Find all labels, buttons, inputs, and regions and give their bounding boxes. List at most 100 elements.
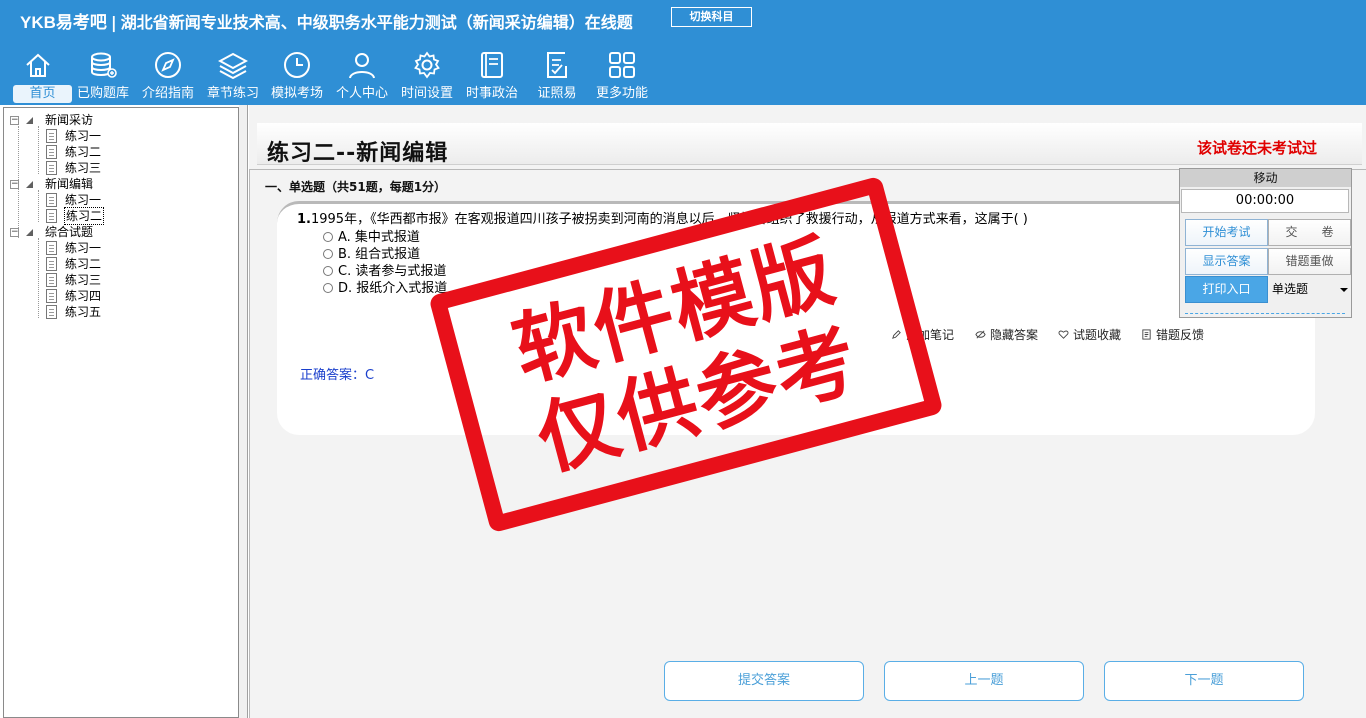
chevron-down-icon bbox=[1340, 288, 1348, 292]
question-text: 1.1995年，《华西都市报》在客观报道四川孩子被拐卖到河南的消息以后，紧接着组… bbox=[297, 208, 1028, 227]
nav-home[interactable]: 首页 bbox=[5, 48, 72, 104]
user-icon bbox=[349, 53, 375, 79]
collapse-icon[interactable]: − bbox=[10, 116, 19, 125]
document-icon bbox=[46, 241, 57, 255]
app-logo: YKB易考吧 bbox=[20, 13, 107, 32]
folder-triangle-icon bbox=[26, 229, 33, 236]
tree-guide-line bbox=[38, 190, 39, 222]
feedback-label: 错题反馈 bbox=[1156, 328, 1205, 342]
nav-profile[interactable]: 个人中心 bbox=[329, 48, 395, 104]
nav-mock-exam[interactable]: 模拟考场 bbox=[264, 48, 330, 104]
submit-paper-button[interactable]: 交 卷 bbox=[1268, 219, 1351, 246]
nav-label: 介绍指南 bbox=[141, 86, 194, 101]
collapse-icon[interactable]: − bbox=[10, 180, 19, 189]
tree-item-label: 练习一 bbox=[65, 241, 102, 255]
add-note-label: 添加笔记 bbox=[906, 328, 955, 342]
document-icon bbox=[46, 273, 57, 287]
layers-icon bbox=[218, 52, 248, 80]
tree-item-label: 练习四 bbox=[65, 289, 102, 303]
folder-triangle-icon bbox=[26, 117, 33, 124]
favorite-button[interactable]: 试题收藏 bbox=[1058, 326, 1121, 343]
folder-triangle-icon bbox=[26, 181, 33, 188]
correct-answer: 正确答案：C bbox=[300, 368, 375, 383]
document-icon bbox=[46, 257, 57, 271]
exam-control-panel: 移动 00:00:00 开始考试 交 卷 显示答案 错题重做 打印入口 单选题 bbox=[1179, 168, 1352, 318]
submit-answer-button[interactable]: 提交答案 bbox=[664, 661, 864, 701]
hide-answer-label: 隐藏答案 bbox=[990, 328, 1039, 342]
start-exam-button[interactable]: 开始考试 bbox=[1185, 219, 1268, 246]
collapse-icon[interactable]: − bbox=[10, 228, 19, 237]
panel-divider bbox=[1185, 313, 1345, 314]
tree-guide-line bbox=[38, 126, 39, 174]
heart-icon bbox=[1058, 330, 1069, 339]
favorite-label: 试题收藏 bbox=[1073, 328, 1122, 342]
grid-icon bbox=[609, 52, 635, 78]
app-title: YKB易考吧 | 湖北省新闻专业技术高、中级职务水平能力测试（新闻采访编辑）在线题 bbox=[20, 8, 633, 33]
redo-wrong-button[interactable]: 错题重做 bbox=[1268, 248, 1351, 275]
chapter-tree-panel: − 新闻采访 练习一 练习二 练习三 − 新闻编辑 练习一 练习二 − 综合试题… bbox=[3, 107, 239, 718]
exam-timer: 00:00:00 bbox=[1181, 189, 1349, 213]
nav-label: 已购题库 bbox=[76, 86, 129, 101]
document-icon bbox=[46, 209, 57, 223]
question-type-select[interactable]: 单选题 bbox=[1269, 276, 1351, 303]
nav-chapter[interactable]: 章节练习 bbox=[200, 48, 266, 104]
book-icon bbox=[481, 52, 503, 78]
add-note-button[interactable]: 添加笔记 bbox=[891, 326, 954, 343]
nav-label: 首页 bbox=[13, 85, 72, 103]
nav-more[interactable]: 更多功能 bbox=[589, 48, 655, 104]
nav-label: 更多功能 bbox=[595, 86, 648, 101]
exam-status: 该试卷还未考试过 bbox=[1197, 139, 1318, 157]
nav-label: 时事政治 bbox=[465, 86, 518, 101]
nav-license[interactable]: 证照易 bbox=[524, 48, 590, 104]
panel-splitter[interactable] bbox=[239, 105, 248, 718]
print-button[interactable]: 打印入口 bbox=[1185, 276, 1268, 303]
nav-label: 章节练习 bbox=[206, 86, 259, 101]
tree-item-label: 练习二 bbox=[65, 145, 102, 159]
radio-button[interactable] bbox=[323, 266, 333, 276]
tree-item-label: 练习二 bbox=[64, 207, 105, 225]
document-icon bbox=[46, 129, 57, 143]
pencil-icon bbox=[892, 330, 901, 339]
hide-answer-button[interactable]: 隐藏答案 bbox=[975, 326, 1038, 343]
eye-hidden-icon bbox=[975, 330, 986, 339]
exam-button-group: 开始考试 交 卷 显示答案 错题重做 打印入口 单选题 bbox=[1185, 219, 1351, 311]
radio-button[interactable] bbox=[323, 232, 333, 242]
question-stem: 1995年，《华西都市报》在客观报道四川孩子被拐卖到河南的消息以后，紧接着组织了… bbox=[310, 212, 1028, 227]
next-question-button[interactable]: 下一题 bbox=[1104, 661, 1304, 701]
tree-item-label: 练习三 bbox=[65, 161, 102, 175]
section-title: 一、单选题（共51题，每题1分） bbox=[265, 180, 447, 194]
option-d[interactable]: D. 报纸介入式报道 bbox=[323, 277, 447, 296]
document-icon bbox=[46, 161, 57, 175]
show-answer-button[interactable]: 显示答案 bbox=[1185, 248, 1268, 275]
tree-group-label: 新闻编辑 bbox=[45, 177, 94, 191]
tree-item-label: 练习五 bbox=[65, 305, 102, 319]
compass-icon bbox=[155, 52, 181, 78]
document-icon bbox=[46, 145, 57, 159]
feedback-button[interactable]: 错题反馈 bbox=[1141, 326, 1204, 343]
nav-time-settings[interactable]: 时间设置 bbox=[394, 48, 460, 104]
question-type-value: 单选题 bbox=[1272, 282, 1309, 296]
nav-guide[interactable]: 介绍指南 bbox=[135, 48, 201, 104]
question-number: 1. bbox=[297, 212, 311, 227]
nav-label: 模拟考场 bbox=[270, 86, 323, 101]
tree-group-label: 新闻采访 bbox=[45, 113, 94, 127]
move-handle[interactable]: 移动 bbox=[1180, 169, 1351, 187]
tree-item-label: 练习三 bbox=[65, 273, 102, 287]
exam-title: 湖北省新闻专业技术高、中级职务水平能力测试（新闻采访编辑）在线题 bbox=[120, 13, 633, 32]
document-icon bbox=[46, 289, 57, 303]
tree-guide-line bbox=[38, 238, 39, 318]
nav-label: 时间设置 bbox=[400, 86, 453, 101]
radio-button[interactable] bbox=[323, 283, 333, 293]
clock-icon bbox=[284, 52, 310, 78]
question-card: 1.1995年，《华西都市报》在客观报道四川孩子被拐卖到河南的消息以后，紧接着组… bbox=[277, 201, 1315, 435]
radio-button[interactable] bbox=[323, 249, 333, 259]
nav-purchased[interactable]: 已购题库 bbox=[70, 48, 136, 104]
home-icon bbox=[26, 53, 50, 77]
nav-label: 证照易 bbox=[537, 86, 577, 101]
switch-subject-button[interactable]: 切换科目 bbox=[671, 7, 752, 27]
nav-politics[interactable]: 时事政治 bbox=[459, 48, 525, 104]
prev-question-button[interactable]: 上一题 bbox=[884, 661, 1084, 701]
gear-icon bbox=[414, 51, 440, 79]
report-icon bbox=[1142, 329, 1151, 340]
title-separator: | bbox=[110, 13, 117, 32]
